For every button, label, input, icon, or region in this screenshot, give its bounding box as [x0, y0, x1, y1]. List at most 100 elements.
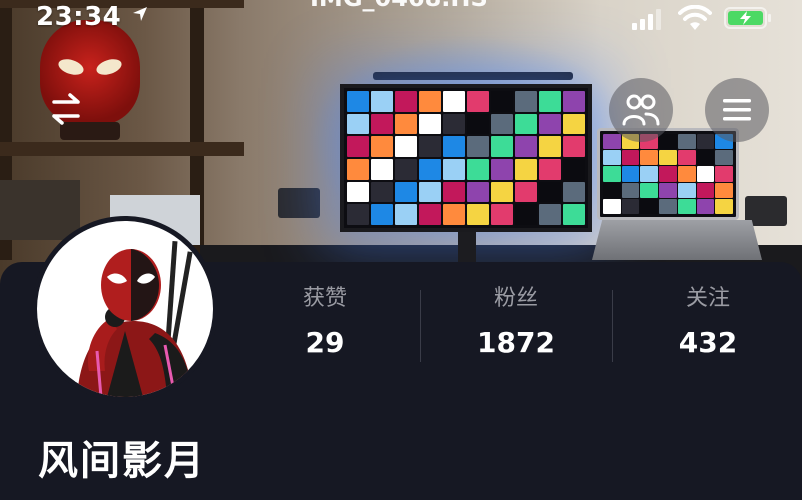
album-art-tile [491, 136, 513, 157]
album-art-tile [395, 204, 417, 225]
album-art-tile [621, 166, 640, 182]
album-art-tile [696, 198, 715, 214]
album-art-tile [563, 158, 585, 180]
album-art-tile [539, 136, 561, 157]
album-art-tile [539, 113, 561, 135]
wifi-icon [678, 5, 712, 30]
album-art-tile [539, 181, 561, 203]
album-art-tile [696, 182, 715, 198]
swap-arrows-icon[interactable] [48, 92, 84, 126]
album-art-tile [395, 113, 417, 135]
status-time: 23:34 [36, 2, 149, 32]
album-art-tile [659, 182, 677, 198]
album-art-tile [696, 150, 715, 166]
album-art-tile [419, 136, 441, 157]
album-art-tile [371, 91, 393, 112]
album-art-tile [347, 91, 369, 112]
album-art-tile [491, 204, 513, 225]
album-art-tile [491, 181, 513, 203]
album-art-tile [395, 158, 417, 180]
shelf-board [0, 142, 244, 156]
avatar[interactable] [32, 216, 218, 402]
album-art-tile [491, 158, 513, 180]
menu-button[interactable] [705, 78, 769, 142]
album-art-tile [419, 113, 441, 135]
location-arrow-icon [132, 7, 147, 21]
album-art-tile [443, 181, 465, 203]
album-art-tile [347, 181, 369, 203]
menu-icon [723, 99, 751, 121]
album-art-tile [371, 136, 393, 157]
album-art-tile [715, 182, 733, 198]
album-art-tile [659, 134, 677, 150]
album-art-tile [347, 136, 369, 157]
album-art-tile [621, 182, 640, 198]
album-art-tile [467, 91, 489, 112]
album-art-tile [515, 113, 537, 135]
stat-likes-value: 29 [305, 326, 345, 359]
stat-followers-value: 1872 [477, 326, 555, 359]
stat-following-value: 432 [678, 326, 738, 359]
album-art-tile [659, 166, 677, 182]
album-art-tile [371, 204, 393, 225]
album-art-tile [715, 166, 733, 182]
stat-likes-label: 获赞 [302, 286, 347, 311]
album-art-tile [371, 181, 393, 203]
album-art-tile [677, 182, 696, 198]
battery-charging-icon [724, 7, 771, 29]
album-art-tile [640, 198, 659, 214]
stat-followers[interactable]: 粉丝 1872 [421, 282, 611, 359]
album-art-tile [603, 134, 621, 150]
album-art-tile [395, 136, 417, 157]
album-art-tile [515, 136, 537, 157]
album-art-tile [715, 198, 733, 214]
stat-followers-label: 粉丝 [493, 286, 538, 311]
album-art-tile [539, 91, 561, 112]
monitor-stand [458, 232, 476, 262]
profile-stats: 获赞 29 粉丝 1872 关注 432 [230, 282, 802, 372]
status-time-text: 23:34 [36, 2, 122, 32]
laptop-base [592, 220, 762, 260]
album-art-tile [696, 166, 715, 182]
album-art-tile [563, 136, 585, 157]
album-art-tile [515, 204, 537, 225]
laptop-screen [597, 128, 739, 220]
album-art-tile [715, 150, 733, 166]
album-art-tile [443, 136, 465, 157]
album-art-tile [603, 150, 621, 166]
album-art-tile [563, 181, 585, 203]
album-art-tile [563, 113, 585, 135]
friends-button[interactable] [609, 78, 673, 142]
album-art-tile [443, 113, 465, 135]
monitor-screen [340, 84, 592, 232]
album-art-tile [467, 181, 489, 203]
album-art-tile [467, 158, 489, 180]
album-art-tile [395, 181, 417, 203]
album-art-tile [621, 150, 640, 166]
album-art-tile [539, 158, 561, 180]
album-art-tile [640, 150, 659, 166]
profile-nickname: 风间影月 [38, 438, 206, 484]
album-art-tile [539, 204, 561, 225]
cover-filename-text: IMG_0468.HS [310, 0, 488, 12]
album-art-tile [467, 204, 489, 225]
album-art-tile [677, 150, 696, 166]
album-art-tile [419, 204, 441, 225]
album-art-tile [419, 91, 441, 112]
speaker [278, 188, 320, 218]
album-art-tile [603, 198, 621, 214]
stat-following[interactable]: 关注 432 [613, 282, 802, 359]
stat-following-label: 关注 [685, 286, 730, 311]
album-art-tile [659, 150, 677, 166]
album-art-tile [677, 166, 696, 182]
friends-icon [622, 94, 660, 126]
album-art-tile [677, 134, 696, 150]
album-art-tile [347, 158, 369, 180]
album-art-tile [491, 113, 513, 135]
album-art-tile [443, 91, 465, 112]
album-art-tile [621, 198, 640, 214]
album-art-tile [371, 113, 393, 135]
album-art-tile [347, 204, 369, 225]
stat-likes[interactable]: 获赞 29 [230, 282, 420, 359]
album-art-tile [443, 204, 465, 225]
